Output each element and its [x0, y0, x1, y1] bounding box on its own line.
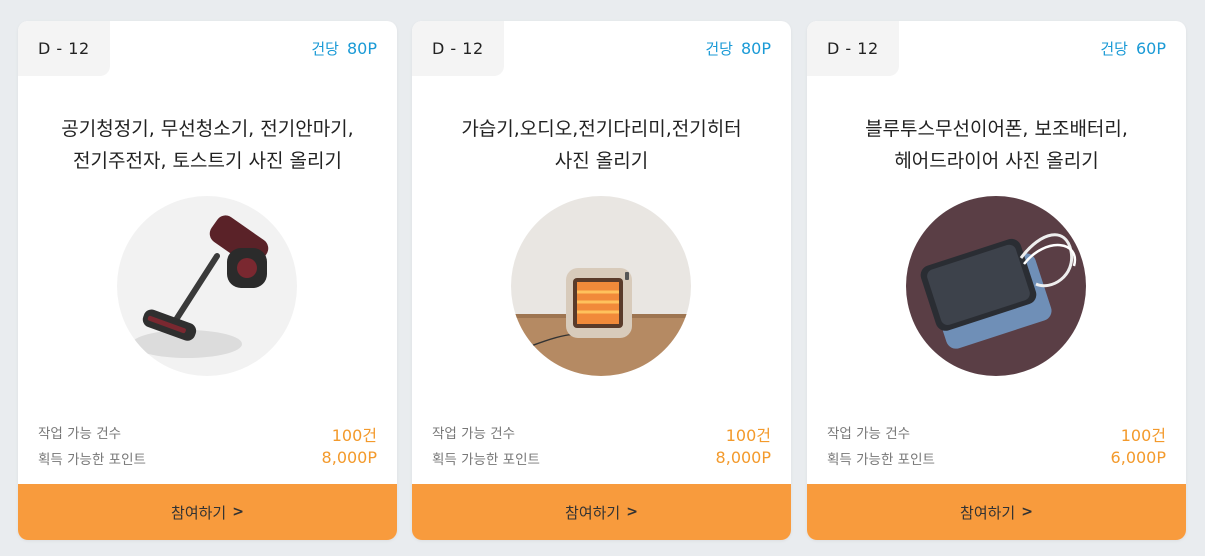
join-button[interactable]: 참여하기 > — [18, 484, 397, 540]
available-count-label: 작업 가능 건수 — [38, 426, 122, 442]
task-card: D - 12 건당 80P 공기청정기, 무선청소기, 전기안마기, 전기주전자,… — [18, 21, 397, 540]
dday-badge: D - 12 — [807, 21, 899, 76]
join-button[interactable]: 참여하기 > — [807, 484, 1186, 540]
earnable-points-value: 8,000P — [715, 448, 771, 467]
earnable-points-label: 획득 가능한 포인트 — [38, 452, 146, 468]
available-count-value: 100건 — [1120, 426, 1166, 445]
per-item-value: 80P — [346, 39, 377, 58]
per-item-label: 건당 — [311, 40, 339, 58]
task-card-list: D - 12 건당 80P 공기청정기, 무선청소기, 전기안마기, 전기주전자,… — [18, 21, 1187, 540]
task-title-line: 전기주전자, 토스트기 사진 올리기 — [73, 150, 342, 172]
task-title-line: 헤어드라이어 사진 올리기 — [894, 150, 1099, 172]
join-button[interactable]: 참여하기 > — [412, 484, 791, 540]
earnable-points-label: 획득 가능한 포인트 — [432, 452, 540, 468]
join-button-label: 참여하기 — [171, 503, 227, 522]
earnable-points-value: 8,000P — [321, 448, 377, 467]
task-card: D - 12 건당 60P 블루투스무선이어폰, 보조배터리, 헤어드라이어 사진… — [807, 21, 1186, 540]
per-item-label: 건당 — [1100, 40, 1128, 58]
task-title-line: 공기청정기, 무선청소기, 전기안마기, — [61, 118, 354, 140]
join-button-label: 참여하기 — [960, 503, 1016, 522]
task-card: D - 12 건당 80P 가습기,오디오,전기다리미,전기히터 사진 올리기 — [412, 21, 791, 540]
per-item-value: 60P — [1135, 39, 1166, 58]
available-count-value: 100건 — [331, 426, 377, 445]
power-bank-image — [906, 196, 1086, 376]
chevron-right-icon: > — [232, 504, 244, 520]
per-item-value: 80P — [740, 39, 771, 58]
electric-heater-image — [511, 196, 691, 376]
earnable-points-label: 획득 가능한 포인트 — [827, 452, 935, 468]
task-title: 블루투스무선이어폰, 보조배터리, 헤어드라이어 사진 올리기 — [807, 113, 1186, 177]
task-title-line: 블루투스무선이어폰, 보조배터리, — [865, 118, 1128, 140]
available-count-value: 100건 — [725, 426, 771, 445]
dday-badge: D - 12 — [18, 21, 110, 76]
earnable-points-value: 6,000P — [1110, 448, 1166, 467]
dday-badge: D - 12 — [412, 21, 504, 76]
per-item-points: 건당 60P — [1100, 38, 1166, 59]
task-title-line: 가습기,오디오,전기다리미,전기히터 — [461, 118, 742, 140]
join-button-label: 참여하기 — [565, 503, 621, 522]
chevron-right-icon: > — [626, 504, 638, 520]
task-title: 공기청정기, 무선청소기, 전기안마기, 전기주전자, 토스트기 사진 올리기 — [18, 113, 397, 177]
cordless-vacuum-image — [117, 196, 297, 376]
task-title-line: 사진 올리기 — [554, 150, 649, 172]
chevron-right-icon: > — [1021, 504, 1033, 520]
per-item-points: 건당 80P — [705, 38, 771, 59]
per-item-label: 건당 — [705, 40, 733, 58]
per-item-points: 건당 80P — [311, 38, 377, 59]
task-title: 가습기,오디오,전기다리미,전기히터 사진 올리기 — [412, 113, 791, 177]
available-count-label: 작업 가능 건수 — [827, 426, 911, 442]
available-count-label: 작업 가능 건수 — [432, 426, 516, 442]
